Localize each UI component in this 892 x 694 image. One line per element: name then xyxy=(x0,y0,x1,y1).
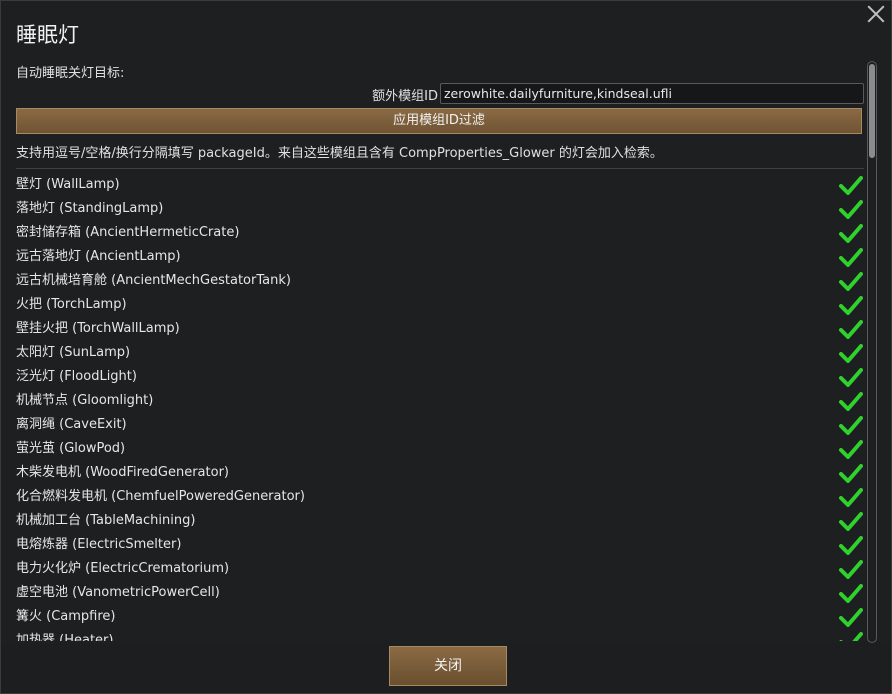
mod-id-label: 额外模组ID xyxy=(372,89,438,104)
hint-text: 支持用逗号/空格/换行分隔填写 packageId。来自这些模组且含有 Comp… xyxy=(16,146,663,161)
list-item-label: 篝火 (Campfire) xyxy=(16,609,116,624)
list-item[interactable]: 电力火化炉 (ElectricCrematorium) xyxy=(16,557,864,581)
list-item-label: 泛光灯 (FloodLight) xyxy=(16,369,137,384)
list-item[interactable]: 远古机械培育舱 (AncientMechGestatorTank) xyxy=(16,269,864,293)
list-item-label: 加热器 (Heater) xyxy=(16,633,114,641)
list-item[interactable]: 火把 (TorchLamp) xyxy=(16,293,864,317)
list-item-label: 远古落地灯 (AncientLamp) xyxy=(16,249,181,264)
list-item[interactable]: 落地灯 (StandingLamp) xyxy=(16,197,864,221)
list-item[interactable]: 密封储存箱 (AncientHermeticCrate) xyxy=(16,221,864,245)
checkmark-icon[interactable] xyxy=(839,223,863,243)
list-item-label: 太阳灯 (SunLamp) xyxy=(16,345,131,360)
list-item[interactable]: 加热器 (Heater) xyxy=(16,629,864,641)
scrollbar[interactable] xyxy=(867,61,877,643)
mod-id-input[interactable] xyxy=(440,83,864,104)
list-item-label: 密封储存箱 (AncientHermeticCrate) xyxy=(16,225,240,240)
list-item[interactable]: 壁挂火把 (TorchWallLamp) xyxy=(16,317,864,341)
list-item-label: 化合燃料发电机 (ChemfuelPoweredGenerator) xyxy=(16,489,305,504)
list-item-label: 木柴发电机 (WoodFiredGenerator) xyxy=(16,465,229,480)
list-item-label: 远古机械培育舱 (AncientMechGestatorTank) xyxy=(16,273,291,288)
dialog-title: 睡眠灯 xyxy=(16,23,79,47)
list-item[interactable]: 木柴发电机 (WoodFiredGenerator) xyxy=(16,461,864,485)
close-icon[interactable] xyxy=(865,3,887,25)
list-item-label: 机械加工台 (TableMachining) xyxy=(16,513,196,528)
list-item[interactable]: 机械加工台 (TableMachining) xyxy=(16,509,864,533)
checkmark-icon[interactable] xyxy=(839,391,863,411)
checkmark-icon[interactable] xyxy=(839,607,863,627)
list-item[interactable]: 萤光茧 (GlowPod) xyxy=(16,437,864,461)
checkmark-icon[interactable] xyxy=(839,247,863,267)
list-item-label: 电力火化炉 (ElectricCrematorium) xyxy=(16,561,230,576)
list-item-label: 虚空电池 (VanometricPowerCell) xyxy=(16,585,220,600)
checkmark-icon[interactable] xyxy=(839,199,863,219)
subtitle-label: 自动睡眠关灯目标: xyxy=(16,66,125,81)
list-item[interactable]: 篝火 (Campfire) xyxy=(16,605,864,629)
list-item[interactable]: 电熔炼器 (ElectricSmelter) xyxy=(16,533,864,557)
checkmark-icon[interactable] xyxy=(839,367,863,387)
checkmark-icon[interactable] xyxy=(839,583,863,603)
divider xyxy=(16,168,864,169)
checkmark-icon[interactable] xyxy=(839,439,863,459)
list-item[interactable]: 壁灯 (WallLamp) xyxy=(16,173,864,197)
list-item[interactable]: 太阳灯 (SunLamp) xyxy=(16,341,864,365)
checkmark-icon[interactable] xyxy=(839,535,863,555)
list-item[interactable]: 虚空电池 (VanometricPowerCell) xyxy=(16,581,864,605)
list-item-label: 萤光茧 (GlowPod) xyxy=(16,441,126,456)
close-button[interactable]: 关闭 xyxy=(389,646,507,686)
list-item-label: 电熔炼器 (ElectricSmelter) xyxy=(16,537,182,552)
list-item-label: 壁灯 (WallLamp) xyxy=(16,177,120,192)
list-item[interactable]: 离洞绳 (CaveExit) xyxy=(16,413,864,437)
checkmark-icon[interactable] xyxy=(839,631,863,641)
list-item-label: 离洞绳 (CaveExit) xyxy=(16,417,127,432)
checkmark-icon[interactable] xyxy=(839,271,863,291)
list-item-label: 机械节点 (Gloomlight) xyxy=(16,393,154,408)
sleep-lamp-dialog: 睡眠灯 自动睡眠关灯目标: 额外模组ID 应用模组ID过滤 支持用逗号/空格/换… xyxy=(0,0,892,694)
checkmark-icon[interactable] xyxy=(839,511,863,531)
checkmark-icon[interactable] xyxy=(839,295,863,315)
apply-filter-button[interactable]: 应用模组ID过滤 xyxy=(16,108,862,134)
checkmark-icon[interactable] xyxy=(839,463,863,483)
checkmark-icon[interactable] xyxy=(839,343,863,363)
checkmark-icon[interactable] xyxy=(839,559,863,579)
list-item[interactable]: 远古落地灯 (AncientLamp) xyxy=(16,245,864,269)
list-item-label: 火把 (TorchLamp) xyxy=(16,297,127,312)
checkmark-icon[interactable] xyxy=(839,175,863,195)
list-item-label: 落地灯 (StandingLamp) xyxy=(16,201,164,216)
checkmark-icon[interactable] xyxy=(839,415,863,435)
list-item[interactable]: 机械节点 (Gloomlight) xyxy=(16,389,864,413)
list-item[interactable]: 化合燃料发电机 (ChemfuelPoweredGenerator) xyxy=(16,485,864,509)
list-item[interactable]: 泛光灯 (FloodLight) xyxy=(16,365,864,389)
checkmark-icon[interactable] xyxy=(839,487,863,507)
checkmark-icon[interactable] xyxy=(839,319,863,339)
lamp-list: 壁灯 (WallLamp) 落地灯 (StandingLamp) 密封储存箱 (An… xyxy=(16,173,864,641)
list-item-label: 壁挂火把 (TorchWallLamp) xyxy=(16,321,180,336)
scrollbar-thumb[interactable] xyxy=(869,64,875,158)
